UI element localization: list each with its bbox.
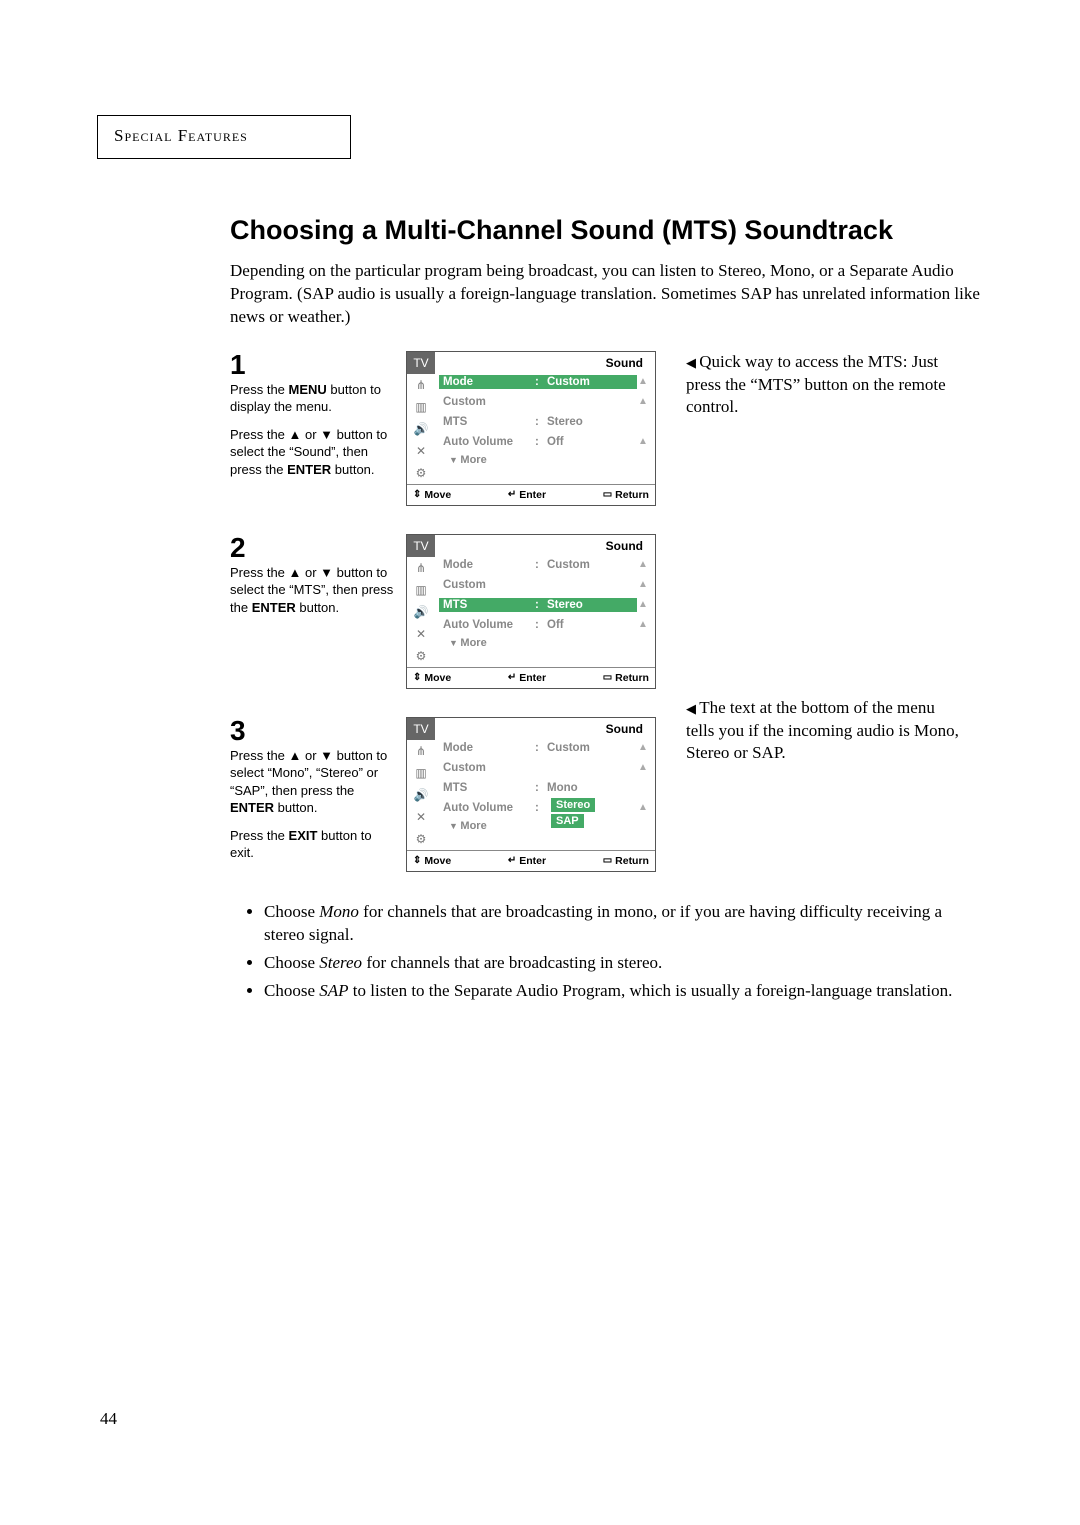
sound-icon: 🔊: [407, 784, 435, 806]
osd-more: More: [439, 635, 649, 653]
step-1: 1 Press the MENU button to display the m…: [230, 351, 1000, 506]
return-icon: ▭: [603, 489, 612, 500]
osd-footer: ⇕Move ↵Enter ▭Return: [407, 484, 655, 505]
osd-row-autovol: Auto Volume:Off▲: [439, 615, 649, 635]
osd-footer: ⇕Move ↵Enter ▭Return: [407, 850, 655, 871]
osd-popup-stereo: Stereo: [551, 798, 595, 812]
step-number: 2: [230, 534, 398, 562]
osd-title: Sound: [439, 718, 649, 738]
osd-row-custom: Custom▲: [439, 758, 649, 778]
step-number: 3: [230, 717, 398, 745]
osd-row-mts: MTS:Mono: [439, 778, 649, 798]
osd-row-mts: MTS:Stereo▲: [439, 595, 649, 615]
osd-row-mode: Mode:Custom▲: [439, 372, 649, 392]
step-text: Press the ▲ or ▼ button to select the “S…: [230, 426, 398, 479]
osd-row-mode: Mode:Custom▲: [439, 738, 649, 758]
move-icon: ⇕: [413, 489, 421, 500]
osd-screenshot-2: TV ⋔ ▥ 🔊 ✕ ⚙ Sound Mode:Custom▲ Custom: [406, 534, 656, 689]
osd-screenshot-3: TV ⋔ ▥ 🔊 ✕ ⚙ Sound Mode:Custom▲ Custom: [406, 717, 656, 872]
notes-list: Choose Mono for channels that are broadc…: [242, 900, 1000, 1003]
osd-row-mts: MTS:Stereo: [439, 412, 649, 432]
tv-icon: TV: [407, 535, 435, 557]
tv-icon: TV: [407, 352, 435, 374]
step-text: Press the EXIT button to exit.: [230, 827, 398, 862]
picture-icon: ▥: [407, 396, 435, 418]
page-number: 44: [100, 1409, 117, 1429]
osd-row-mode: Mode:Custom▲: [439, 555, 649, 575]
setup-icon: ⚙: [407, 828, 435, 850]
osd-screenshot-1: TV ⋔ ▥ 🔊 ✕ ⚙ Sound Mode:Custom▲ Custom: [406, 351, 656, 506]
picture-icon: ▥: [407, 579, 435, 601]
channel-icon: ✕: [407, 440, 435, 462]
channel-icon: ✕: [407, 623, 435, 645]
osd-more: More: [439, 818, 649, 836]
sound-icon: 🔊: [407, 601, 435, 623]
list-item: Choose SAP to listen to the Separate Aud…: [264, 979, 960, 1003]
osd-more: More: [439, 452, 649, 470]
intro-paragraph: Depending on the particular program bein…: [230, 260, 1000, 329]
step-3: 3 Press the ▲ or ▼ button to select “Mon…: [230, 717, 1000, 872]
side-note-1: Quick way to access the MTS: Just press …: [686, 351, 966, 420]
step-number: 1: [230, 351, 398, 379]
osd-popup-sap: SAP: [551, 814, 584, 828]
osd-title: Sound: [439, 352, 649, 372]
input-icon: ⋔: [407, 740, 435, 762]
osd-footer: ⇕Move ↵Enter ▭Return: [407, 667, 655, 688]
side-note-3: The text at the bottom of the menu tells…: [686, 697, 966, 766]
osd-row-autovol: Auto Volume:Off▲: [439, 432, 649, 452]
osd-row-autovol: Auto Volume:▲: [439, 798, 649, 818]
list-item: Choose Mono for channels that are broadc…: [264, 900, 960, 948]
picture-icon: ▥: [407, 762, 435, 784]
step-text: Press the MENU button to display the men…: [230, 381, 398, 416]
osd-title: Sound: [439, 535, 649, 555]
tv-icon: TV: [407, 718, 435, 740]
osd-row-custom: Custom▲: [439, 392, 649, 412]
page-title: Choosing a Multi-Channel Sound (MTS) Sou…: [230, 214, 1000, 248]
step-text: Press the ▲ or ▼ button to select “Mono”…: [230, 747, 398, 817]
channel-icon: ✕: [407, 806, 435, 828]
setup-icon: ⚙: [407, 645, 435, 667]
step-2: 2 Press the ▲ or ▼ button to select the …: [230, 534, 1000, 689]
section-header: Special Features: [97, 115, 351, 159]
list-item: Choose Stereo for channels that are broa…: [264, 951, 960, 975]
input-icon: ⋔: [407, 374, 435, 396]
setup-icon: ⚙: [407, 462, 435, 484]
enter-icon: ↵: [508, 489, 516, 500]
osd-row-custom: Custom▲: [439, 575, 649, 595]
input-icon: ⋔: [407, 557, 435, 579]
step-text: Press the ▲ or ▼ button to select the “M…: [230, 564, 398, 617]
sound-icon: 🔊: [407, 418, 435, 440]
